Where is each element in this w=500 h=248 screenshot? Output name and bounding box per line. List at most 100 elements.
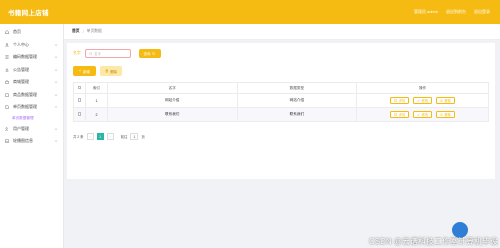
total-count: 共 2 条 bbox=[73, 135, 84, 139]
delete-label: 删除 bbox=[444, 99, 451, 103]
next-page-button[interactable]: › bbox=[106, 133, 114, 140]
chevron-down-icon bbox=[54, 139, 58, 143]
sidebar-item-label: 编码数据管理 bbox=[13, 54, 37, 60]
sidebar-item-notice[interactable]: 公告管理 bbox=[0, 64, 63, 77]
breadcrumb-current: 单页数据 bbox=[86, 29, 102, 33]
page-number-button[interactable]: 1 bbox=[96, 133, 104, 140]
search-icon bbox=[152, 51, 156, 56]
site-brand: 书籍网上店铺 bbox=[8, 10, 49, 17]
detail-button[interactable]: 详情 bbox=[390, 97, 410, 104]
watermark: CSDN @云谱科技工作室计算机毕设 bbox=[368, 237, 498, 246]
batch-delete-button[interactable]: 删除 bbox=[99, 66, 123, 76]
front-link[interactable]: 退出到前台 bbox=[446, 9, 466, 15]
sidebar-item-label: 个人中心 bbox=[13, 41, 29, 47]
header-links: 管理员 admin 退出到前台 退出登录 bbox=[414, 9, 490, 15]
search-icon bbox=[88, 51, 92, 56]
trash-icon bbox=[440, 99, 443, 102]
edit-button[interactable]: 修改 bbox=[413, 97, 433, 104]
detail-button[interactable]: 详情 bbox=[390, 111, 410, 118]
main-content: 首页 / 单页数据 名字 名字 查询 + 新增 删除 索引 名字 数据类型 操作… bbox=[64, 24, 500, 248]
detail-icon bbox=[394, 113, 398, 116]
detail-label: 详情 bbox=[398, 99, 406, 103]
detail-label: 详情 bbox=[398, 113, 406, 117]
edit-icon bbox=[417, 113, 420, 116]
trash-icon bbox=[105, 69, 108, 73]
pagination: 共 2 条 ‹ 1 › 前往 1 页 bbox=[73, 133, 145, 140]
search-placeholder: 名字 bbox=[94, 52, 101, 56]
sidebar-item-label: 商城管理 bbox=[13, 79, 29, 85]
plus-icon: + bbox=[79, 69, 81, 73]
sidebar-item-label: 单页数据管理 bbox=[13, 104, 37, 110]
sidebar-item-goods[interactable]: 商品数据管理 bbox=[0, 89, 63, 102]
select-all-checkbox[interactable] bbox=[77, 85, 82, 90]
users-icon bbox=[5, 127, 9, 131]
row-checkbox[interactable] bbox=[77, 112, 82, 116]
name-cell: 网站介绍 bbox=[106, 93, 238, 108]
search-button-label: 查询 bbox=[143, 52, 151, 56]
ops-cell: 详情 修改 删除 bbox=[356, 93, 489, 108]
goto-label: 前往 bbox=[120, 135, 128, 139]
index-cell: 2 bbox=[84, 107, 108, 122]
page-icon bbox=[5, 105, 9, 110]
list-icon bbox=[5, 55, 9, 59]
sidebar-item-profile[interactable]: 个人中心 bbox=[0, 39, 63, 52]
sidebar-subitem-single-page[interactable]: 单页数据管理 bbox=[0, 114, 63, 123]
column-header: 操作 bbox=[356, 82, 489, 94]
sidebar-item-label: 首页 bbox=[13, 29, 21, 35]
edit-label: 修改 bbox=[421, 99, 429, 103]
chevron-up-icon bbox=[54, 105, 58, 109]
edit-button[interactable]: 修改 bbox=[413, 111, 433, 118]
bell-icon bbox=[5, 68, 9, 72]
row-select-cell[interactable] bbox=[73, 107, 86, 122]
user-icon bbox=[5, 43, 9, 47]
table-row: 1 网站介绍 网站介绍 详情 修改 删除 bbox=[73, 93, 489, 108]
sidebar-item-users[interactable]: 用户管理 bbox=[0, 123, 63, 136]
top-header: 书籍网上店铺 管理员 admin 退出到前台 退出登录 bbox=[0, 0, 500, 24]
search-input[interactable]: 名字 bbox=[84, 49, 131, 58]
box-icon bbox=[5, 93, 9, 97]
breadcrumb-home[interactable]: 首页 bbox=[72, 29, 80, 34]
delete-button[interactable]: 删除 bbox=[436, 97, 455, 104]
table-row: 2 联系我们 联系我们 详情 修改 删除 bbox=[73, 107, 489, 122]
sidebar-item-mall[interactable]: 商城管理 bbox=[0, 76, 63, 89]
chevron-down-icon bbox=[54, 80, 58, 84]
shop-icon bbox=[5, 80, 9, 85]
chevron-down-icon bbox=[54, 68, 58, 72]
delete-label: 删除 bbox=[444, 113, 451, 117]
current-user: 管理员 admin bbox=[413, 9, 438, 14]
sidebar-item-single-page[interactable]: 单页数据管理 bbox=[0, 101, 63, 114]
data-table: 索引 名字 数据类型 操作 1 网站介绍 网站介绍 详情 修改 删除 2 联系我… bbox=[73, 82, 489, 122]
edit-label: 修改 bbox=[421, 113, 429, 117]
breadcrumb-separator: / bbox=[82, 29, 84, 34]
detail-icon bbox=[394, 99, 398, 102]
breadcrumb: 首页 / 单页数据 bbox=[64, 24, 500, 40]
row-checkbox[interactable] bbox=[77, 98, 82, 102]
chevron-down-icon bbox=[54, 127, 58, 131]
sidebar: 首页 个人中心 编码数据管理 公告管理 商城管理 商品数据管理 单页数据管理 单… bbox=[0, 24, 64, 248]
prev-page-button[interactable]: ‹ bbox=[86, 133, 94, 140]
logout-link[interactable]: 退出登录 bbox=[474, 9, 490, 15]
table-header-row: 索引 名字 数据类型 操作 bbox=[73, 82, 489, 94]
sidebar-item-codes[interactable]: 编码数据管理 bbox=[0, 51, 63, 64]
column-header: 索引 bbox=[84, 82, 108, 94]
home-icon bbox=[5, 30, 9, 35]
sidebar-item-label: 公告管理 bbox=[13, 66, 29, 72]
action-bar: + 新增 删除 bbox=[73, 66, 123, 76]
column-header: 名字 bbox=[106, 82, 238, 94]
delete-button[interactable]: 删除 bbox=[436, 111, 455, 118]
column-header: 数据类型 bbox=[236, 82, 358, 94]
row-select-cell[interactable] bbox=[73, 93, 86, 108]
search-bar: 名字 名字 查询 bbox=[73, 49, 161, 58]
goto-page-input[interactable]: 1 bbox=[130, 133, 139, 140]
sidebar-item-carousel[interactable]: 轮播图信息 bbox=[0, 135, 63, 148]
chevron-down-icon bbox=[54, 43, 58, 47]
image-icon bbox=[5, 139, 9, 143]
add-button[interactable]: + 新增 bbox=[73, 66, 96, 76]
type-cell: 网站介绍 bbox=[236, 93, 358, 108]
select-all-cell[interactable] bbox=[73, 82, 86, 94]
sidebar-item-label: 用户管理 bbox=[13, 125, 29, 131]
search-button[interactable]: 查询 bbox=[138, 49, 161, 58]
delete-button-label: 删除 bbox=[110, 69, 118, 74]
sidebar-item-home[interactable]: 首页 bbox=[0, 26, 63, 39]
content-card: 名字 名字 查询 + 新增 删除 索引 名字 数据类型 操作 1 网站介绍 网站… bbox=[67, 43, 495, 179]
